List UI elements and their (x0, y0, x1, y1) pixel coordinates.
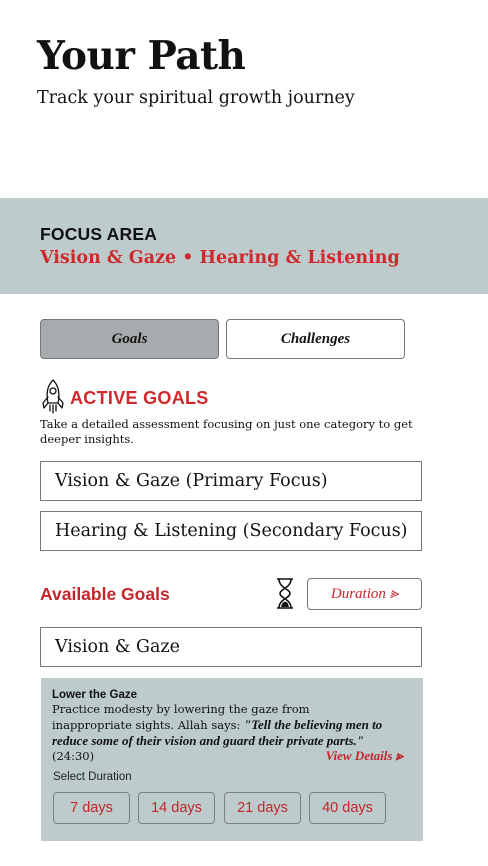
tab-goals[interactable]: Goals (40, 319, 219, 359)
focus-area-banner: FOCUS AREA Vision & Gaze • Hearing & Lis… (0, 198, 488, 294)
rocket-icon (42, 379, 64, 414)
active-goals-title: ACTIVE GOALS (70, 388, 209, 408)
goal-card-reference: (24:30) (52, 749, 95, 763)
available-goals-title: Available Goals (40, 584, 170, 604)
focus-area-value: Vision & Gaze • Hearing & Listening (40, 248, 400, 268)
active-goal-secondary[interactable]: Hearing & Listening (Secondary Focus) (40, 511, 422, 551)
view-details-link[interactable]: View Details ⪢ (326, 748, 403, 764)
duration-option-7-days[interactable]: 7 days (53, 792, 130, 824)
active-goal-primary[interactable]: Vision & Gaze (Primary Focus) (40, 461, 422, 501)
active-goals-description: Take a detailed assessment focusing on j… (40, 417, 413, 446)
duration-option-40-days[interactable]: 40 days (309, 792, 386, 824)
page-header: Your Path Track your spiritual growth jo… (37, 32, 477, 110)
duration-option-21-days[interactable]: 21 days (224, 792, 301, 824)
focus-area-label: FOCUS AREA (40, 224, 158, 244)
hourglass-icon (277, 578, 293, 609)
goal-category-select[interactable]: Vision & Gaze (40, 627, 422, 667)
page-subtitle: Track your spiritual growth journey (37, 88, 355, 108)
duration-option-14-days[interactable]: 14 days (138, 792, 215, 824)
page-title: Your Path (37, 33, 246, 79)
goal-card-lower-the-gaze: Lower the Gaze Practice modesty by lower… (41, 678, 423, 841)
duration-button[interactable]: Duration ⪢ (307, 578, 422, 610)
active-goals-header: ACTIVE GOALS (40, 378, 209, 415)
goal-card-title: Lower the Gaze (52, 689, 137, 701)
select-duration-label: Select Duration (53, 771, 132, 783)
tab-challenges[interactable]: Challenges (226, 319, 405, 359)
